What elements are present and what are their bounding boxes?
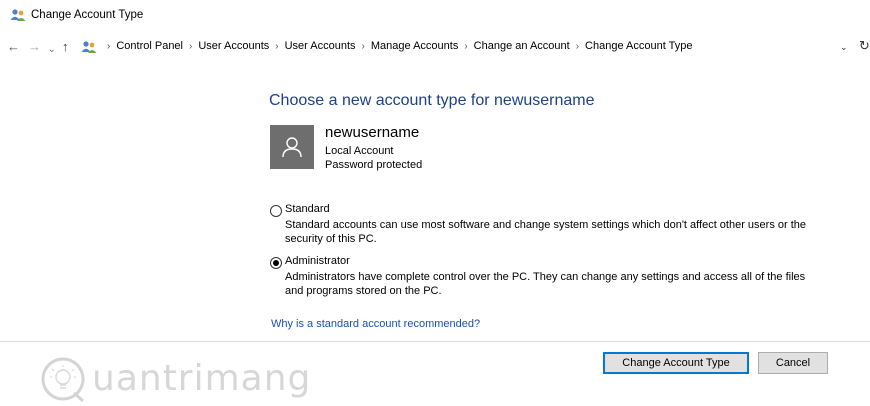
standard-label[interactable]: Standard: [285, 203, 330, 215]
forward-arrow-icon[interactable]: →: [28, 40, 41, 54]
divider: [0, 341, 870, 342]
standard-description-line-2: security of this PC.: [285, 233, 377, 245]
cancel-button[interactable]: Cancel: [758, 352, 828, 374]
avatar: [270, 125, 314, 169]
standard-description-line-1: Standard accounts can use most software …: [285, 219, 807, 231]
title-bar: Change Account Type: [0, 0, 870, 28]
change-account-type-button[interactable]: Change Account Type: [603, 352, 749, 374]
address-dropdown-chevron-icon[interactable]: ⌄: [840, 42, 848, 53]
standard-description: Standard accounts can use most software …: [285, 218, 845, 246]
administrator-label[interactable]: Administrator: [285, 255, 350, 267]
watermark-text: uantrimang: [92, 358, 312, 399]
users-icon: [10, 8, 26, 27]
breadcrumb-change-an-account[interactable]: Change an Account: [474, 40, 570, 52]
breadcrumb-change-account-type[interactable]: Change Account Type: [585, 40, 692, 52]
breadcrumb-separator: ›: [361, 41, 365, 52]
recent-locations-chevron-icon[interactable]: ⌄: [48, 42, 56, 56]
refresh-icon[interactable]: ↻: [859, 38, 870, 54]
user-password-status: Password protected: [325, 159, 423, 171]
standard-radio[interactable]: [270, 205, 282, 217]
breadcrumb-separator: ›: [107, 41, 111, 52]
back-arrow-icon[interactable]: ←: [7, 40, 20, 54]
breadcrumb-user-accounts-sub[interactable]: User Accounts: [285, 40, 356, 52]
breadcrumb-separator: ›: [275, 41, 279, 52]
breadcrumb-user-accounts[interactable]: User Accounts: [198, 40, 269, 52]
administrator-radio[interactable]: [270, 257, 282, 269]
breadcrumb: › Control Panel › User Accounts › User Accoun…: [101, 40, 692, 52]
administrator-description: Administrators have complete control ove…: [285, 270, 845, 298]
window-title: Change Account Type: [31, 9, 144, 21]
up-arrow-icon[interactable]: ↑: [62, 40, 69, 54]
breadcrumb-manage-accounts[interactable]: Manage Accounts: [371, 40, 458, 52]
breadcrumb-separator: ›: [464, 41, 468, 52]
address-bar: ← → ⌄ ↑ › Control Panel › User Accounts › Use…: [0, 34, 870, 60]
administrator-description-line-2: and programs stored on the PC.: [285, 285, 442, 297]
control-panel-users-icon[interactable]: [81, 40, 97, 59]
breadcrumb-control-panel[interactable]: Control Panel: [116, 40, 183, 52]
breadcrumb-separator: ›: [575, 41, 580, 52]
page-title: Choose a new account type for newusernam…: [269, 92, 595, 109]
breadcrumb-separator: ›: [189, 41, 193, 52]
user-silhouette-icon: [282, 137, 302, 158]
standard-account-help-link[interactable]: Why is a standard account recommended?: [271, 318, 480, 330]
user-account-type: Local Account: [325, 145, 394, 157]
administrator-description-line-1: Administrators have complete control ove…: [285, 271, 806, 283]
user-name: newusername: [325, 124, 420, 141]
